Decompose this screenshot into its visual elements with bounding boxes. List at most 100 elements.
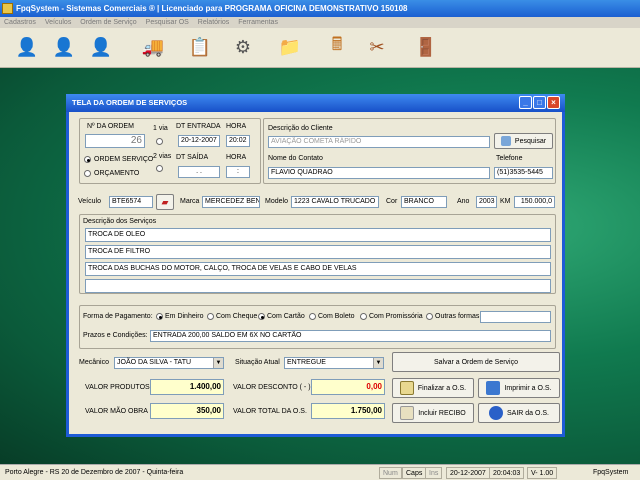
recibo-button[interactable]: Incluir RECIBO	[392, 403, 474, 423]
valor-produtos-field[interactable]: 1.400,00	[150, 379, 224, 395]
menu-ordem-servico[interactable]: Ordem de Serviço	[80, 19, 136, 26]
folder-icon[interactable]: 📁	[275, 32, 305, 62]
dt-saida-field[interactable]: . .	[178, 166, 220, 178]
km-field[interactable]: 150.000,0	[514, 196, 555, 208]
prazos-label: Prazos e Condições:	[83, 332, 148, 339]
valor-total-field[interactable]: 1.750,00	[311, 403, 385, 419]
pay-promissoria-label: Com Promissória	[369, 313, 423, 320]
person-green-icon[interactable]: 👤	[86, 32, 116, 62]
sair-label: SAIR da O.S.	[506, 409, 550, 417]
exit-icon[interactable]: 🚪	[411, 32, 441, 62]
app-icon	[2, 3, 13, 14]
window-title: TELA DA ORDEM DE SERVIÇOS	[72, 98, 188, 107]
service-line-3[interactable]: TROCA DAS BUCHAS DO MOTOR, CALÇO, TROCA …	[85, 262, 551, 276]
hora-entrada-field[interactable]: 20:02	[226, 135, 250, 147]
pay-cartao-radio[interactable]	[258, 313, 265, 320]
maximize-icon[interactable]: □	[533, 96, 546, 109]
tipo-orc-radio[interactable]	[84, 170, 91, 177]
hora-entrada-label: HORA	[226, 123, 247, 130]
car-icon: ▰	[161, 196, 169, 207]
gears-icon[interactable]: ⚙	[228, 32, 258, 62]
ano-field[interactable]: 2003	[476, 196, 497, 208]
outras-formas-field[interactable]	[480, 311, 551, 323]
printer-icon	[486, 381, 501, 395]
vehicle-search-button[interactable]: ▰	[156, 194, 174, 210]
save-order-button[interactable]: Salvar a Ordem de Serviço	[392, 352, 560, 372]
marca-field[interactable]: MERCEDEZ BEN	[202, 196, 260, 208]
dt-saida-label: DT SAÍDA	[176, 154, 209, 161]
person-blue-icon[interactable]: 👤	[12, 32, 42, 62]
pay-cartao-label: Com Cartão	[267, 313, 305, 320]
pay-cheque-radio[interactable]	[207, 313, 214, 320]
valor-total-label: VALOR TOTAL DA O.S.	[233, 408, 307, 415]
close-icon[interactable]: ×	[547, 96, 560, 109]
person-red-icon[interactable]: 👤	[49, 32, 79, 62]
mecanico-select[interactable]: JOÃO DA SILVA - TATU ▼	[114, 357, 224, 369]
prazos-field[interactable]: ENTRADA 200,00 SALDO EM 6X NO CARTÃO	[150, 330, 551, 342]
menu-ferramentas[interactable]: Ferramentas	[238, 19, 278, 26]
client-group: Descrição do Cliente AVIAÇÃO COMETA RÁPI…	[263, 118, 556, 184]
pay-dinheiro-label: Em Dinheiro	[165, 313, 204, 320]
pay-outras-radio[interactable]	[426, 313, 433, 320]
valor-desconto-field[interactable]: 0,00	[311, 379, 385, 395]
marca-label: Marca	[180, 198, 200, 205]
clipboard-icon[interactable]: 📋	[185, 32, 215, 62]
status-app: FpqSystem	[593, 469, 629, 476]
service-line-2[interactable]: TROCA DE FILTRO	[85, 245, 551, 259]
plate-field[interactable]: BTE6574	[109, 196, 153, 208]
search-client-button[interactable]: Pesquisar	[494, 133, 553, 149]
client-desc-label: Descrição do Cliente	[268, 125, 333, 132]
minimize-icon[interactable]: _	[519, 96, 532, 109]
client-desc-field[interactable]: AVIAÇÃO COMETA RÁPIDO	[268, 136, 490, 148]
status-ins: Ins	[425, 467, 443, 479]
via1-radio[interactable]	[156, 138, 163, 145]
hora-saida-label: HORA	[226, 154, 247, 161]
dt-entrada-field[interactable]: 20-12-2007	[178, 135, 220, 147]
vehicle-label: Veículo	[78, 198, 101, 205]
pay-boleto-radio[interactable]	[309, 313, 316, 320]
finalizar-button[interactable]: Finalizar a O.S.	[392, 378, 474, 398]
pay-promissoria-radio[interactable]	[360, 313, 367, 320]
imprimir-label: Imprimir a O.S.	[504, 384, 552, 392]
menu-veiculos[interactable]: Veículos	[45, 19, 71, 26]
tipo-os-radio[interactable]	[84, 156, 91, 163]
checklist-icon	[399, 381, 414, 395]
menu-relatorios[interactable]: Relatórios	[198, 19, 230, 26]
contact-field[interactable]: FLAVIO QUADRAO	[268, 167, 490, 179]
statusbar: Porto Alegre - RS 20 de Dezembro de 2007…	[0, 464, 640, 480]
toolbar: 👤 👤 👤 🚚 📋 ⚙ 📁 🖩 ✂ 🚪	[0, 28, 640, 68]
mecanico-value: JOÃO DA SILVA - TATU	[117, 359, 192, 366]
calculator-icon[interactable]: 🖩	[322, 32, 352, 62]
sair-button[interactable]: SAIR da O.S.	[478, 403, 560, 423]
phone-field[interactable]: (51)3535-5445	[494, 167, 553, 179]
tools-icon[interactable]: ✂	[362, 32, 392, 62]
menu-cadastros[interactable]: Cadastros	[4, 19, 36, 26]
pay-outras-label: Outras formas	[435, 313, 480, 320]
hora-saida-field[interactable]: :	[226, 166, 250, 178]
dt-entrada-label: DT ENTRADA	[176, 123, 221, 130]
situacao-select[interactable]: ENTREGUE ▼	[284, 357, 384, 369]
modelo-field[interactable]: 1223 CAVALO TRUCADO	[291, 196, 379, 208]
order-number-field[interactable]: 26	[85, 134, 145, 148]
modelo-label: Modelo	[265, 198, 288, 205]
service-line-4[interactable]	[85, 279, 551, 293]
window-titlebar: TELA DA ORDEM DE SERVIÇOS _ □ ×	[66, 94, 565, 112]
imprimir-button[interactable]: Imprimir a O.S.	[478, 378, 560, 398]
app-title: FpqSystem - Sistemas Comerciais ® | Lice…	[16, 4, 408, 13]
service-order-window: TELA DA ORDEM DE SERVIÇOS _ □ × Nº DA OR…	[66, 94, 565, 437]
menu-pesquisar-os[interactable]: Pesquisar OS	[146, 19, 189, 26]
valor-mao-obra-field[interactable]: 350,00	[150, 403, 224, 419]
pay-cheque-label: Com Cheque	[216, 313, 258, 320]
chevron-down-icon: ▼	[213, 358, 223, 368]
service-line-1[interactable]: TROCA DE OLEO	[85, 228, 551, 242]
receipt-icon	[400, 406, 415, 420]
truck-icon[interactable]: 🚚	[138, 32, 168, 62]
via2-radio[interactable]	[156, 165, 163, 172]
situacao-label: Situação Atual	[235, 359, 280, 366]
search-client-label: Pesquisar	[514, 137, 547, 145]
status-location: Porto Alegre - RS 20 de Dezembro de 2007…	[5, 469, 184, 476]
status-num: Num	[379, 467, 402, 479]
cor-field[interactable]: BRANCO	[401, 196, 447, 208]
pay-dinheiro-radio[interactable]	[156, 313, 163, 320]
services-group: Descrição dos Serviços TROCA DE OLEO TRO…	[79, 214, 556, 294]
